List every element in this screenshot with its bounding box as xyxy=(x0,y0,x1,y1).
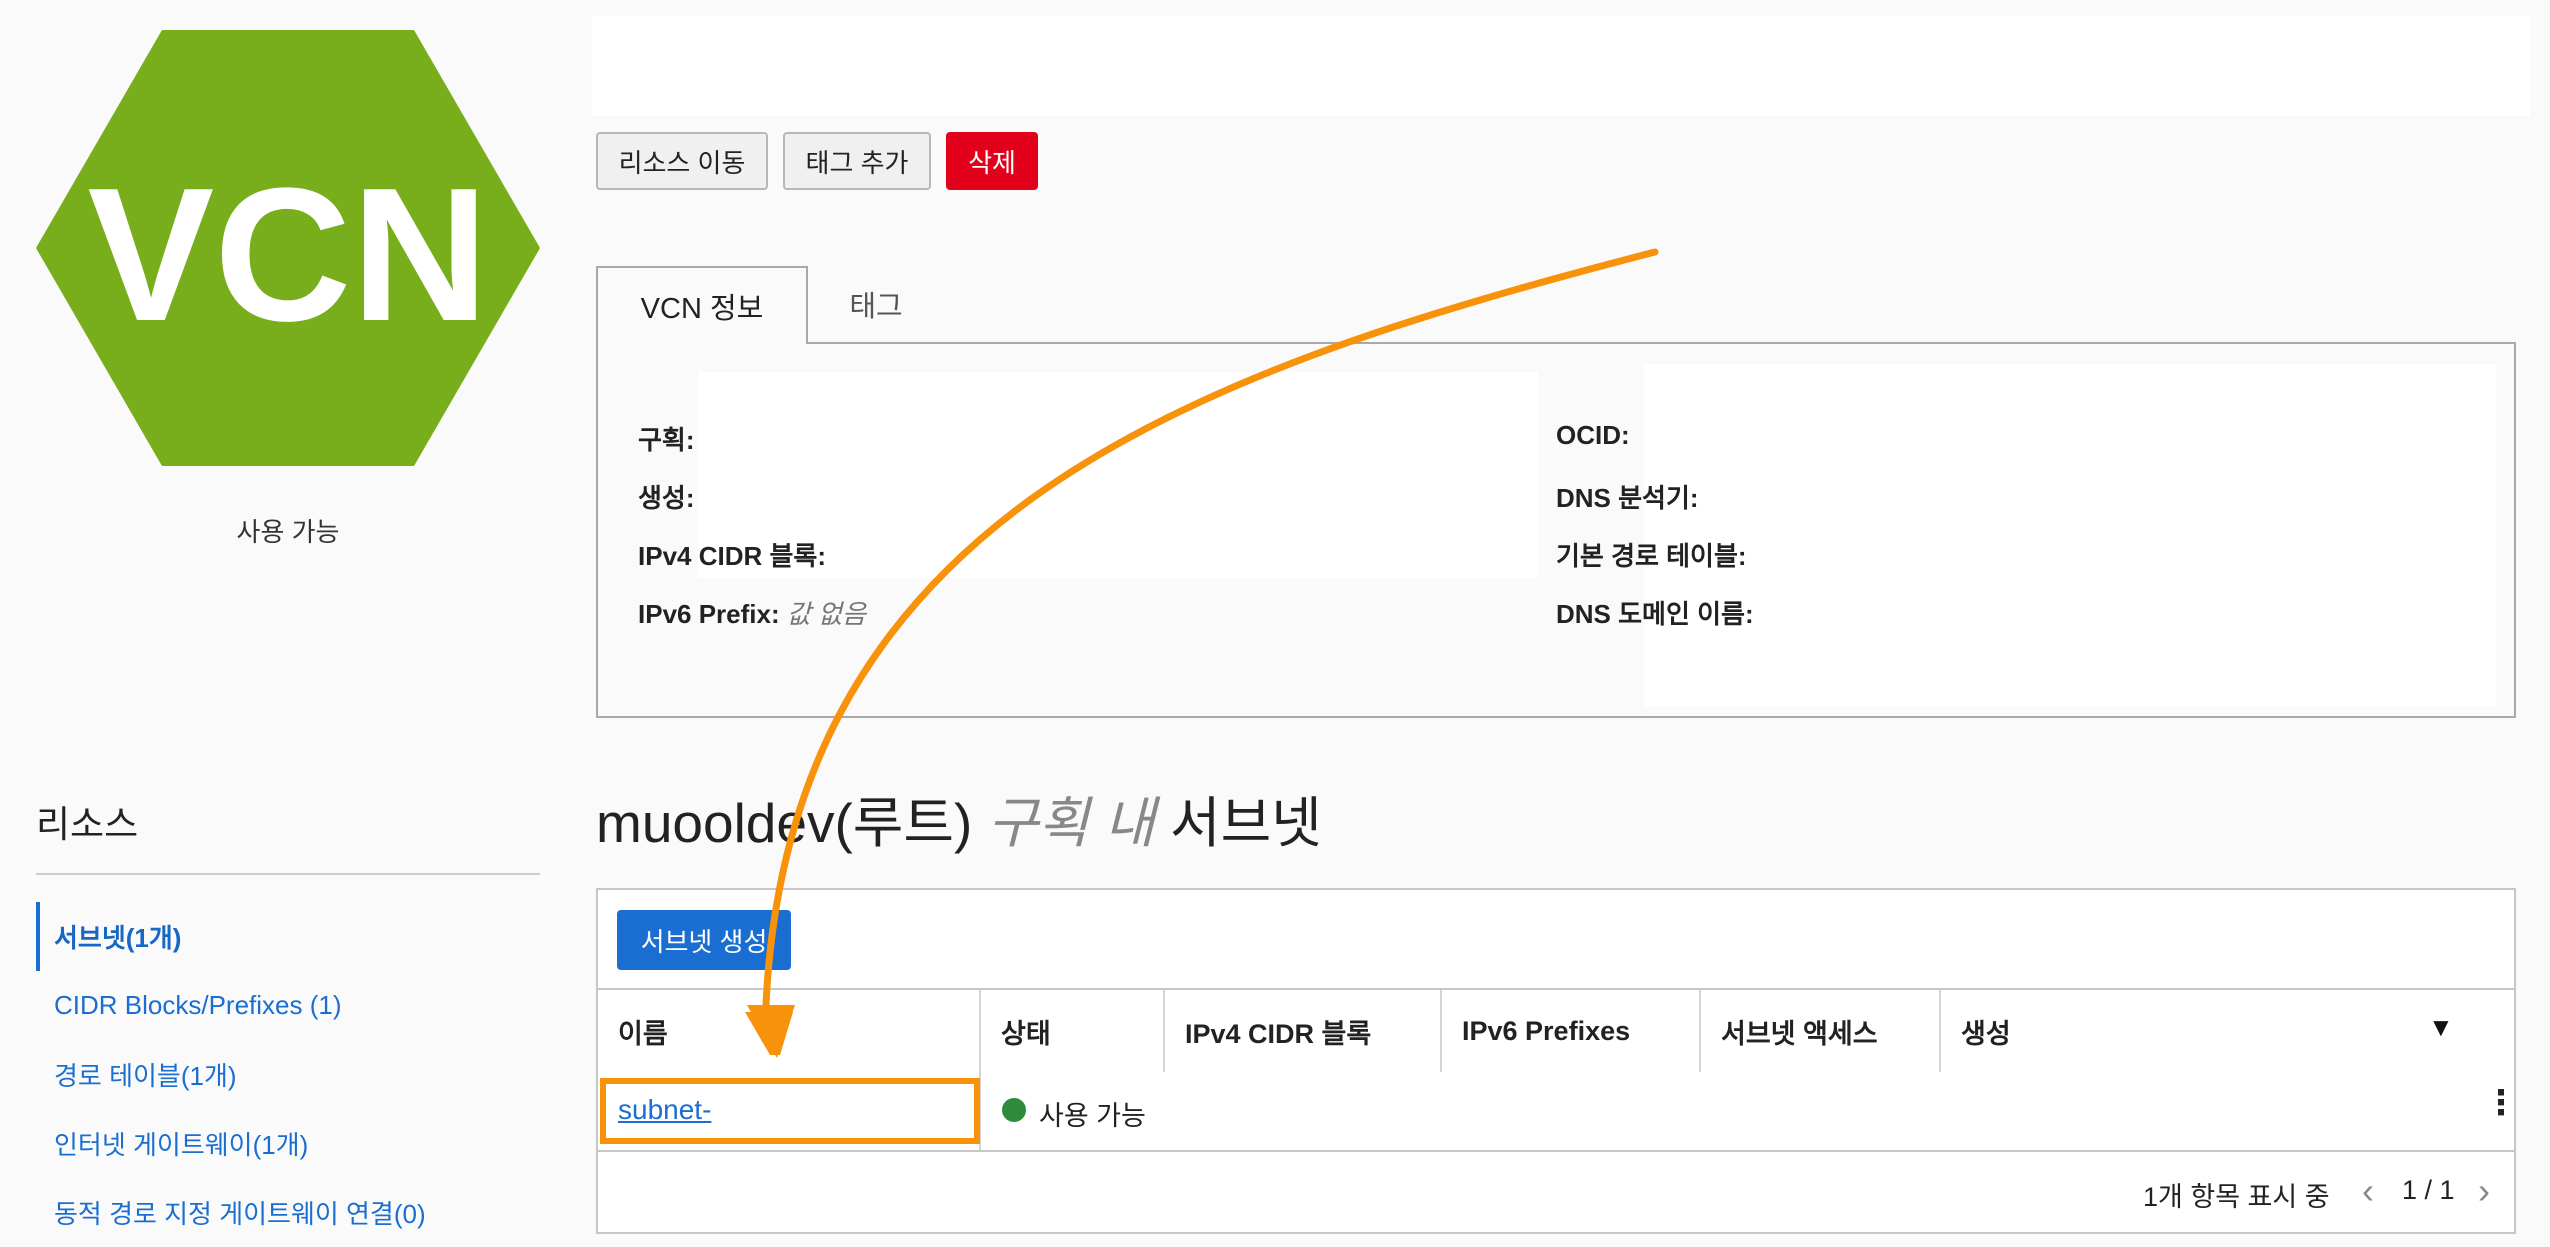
resources-title: 리소스 xyxy=(36,804,139,845)
row-actions-menu-icon[interactable]: ⋮ xyxy=(2484,1086,2518,1120)
redacted-header-area xyxy=(592,16,2530,116)
redacted-value-area xyxy=(1644,364,2496,706)
ocid-label: OCID: xyxy=(1556,420,1630,450)
add-tag-button[interactable]: 태그 추가 xyxy=(783,132,931,190)
sidebar-item-drg-attachments[interactable]: 동적 경로 지정 게이트웨이 연결(0) xyxy=(36,1178,540,1247)
vcn-icon-text: VCN xyxy=(87,149,488,361)
pager-page: 1 / 1 xyxy=(2402,1175,2455,1205)
highlight-box xyxy=(600,1078,980,1144)
vcn-info-panel: 구획: 생성: IPv4 CIDR 블록: IPv6 Prefix: 값 없음 … xyxy=(596,342,2516,718)
resources-divider xyxy=(36,873,540,875)
sidebar-item-cidr-blocks[interactable]: CIDR Blocks/Prefixes (1) xyxy=(36,971,540,1040)
sidebar-item-route-tables[interactable]: 경로 테이블(1개) xyxy=(36,1040,540,1109)
subnets-heading: muooldev(루트) 구획 내 서브넷 xyxy=(596,778,1322,858)
ipv4-cidr-label: IPv4 CIDR 블록: xyxy=(638,541,826,571)
default-route-table-label: 기본 경로 테이블: xyxy=(1556,541,1747,571)
resources-nav: 서브넷(1개) CIDR Blocks/Prefixes (1) 경로 테이블(… xyxy=(36,902,540,1247)
create-subnet-button[interactable]: 서브넷 생성 xyxy=(617,910,791,970)
dns-domain-label: DNS 도메인 이름: xyxy=(1556,599,1754,629)
vcn-resource-icon: VCN xyxy=(36,30,540,466)
status-available-icon xyxy=(1002,1098,1026,1122)
column-header-subnet-access[interactable]: 서브넷 액세스 xyxy=(1701,990,1941,1072)
dns-resolver-label: DNS 분석기: xyxy=(1556,483,1699,513)
sidebar-item-internet-gateways[interactable]: 인터넷 게이트웨이(1개) xyxy=(36,1109,540,1178)
ipv6-prefix-label: IPv6 Prefix: xyxy=(638,599,780,629)
subnet-status: 사용 가능 xyxy=(1039,1101,1146,1131)
column-header-status[interactable]: 상태 xyxy=(981,990,1165,1072)
delete-button[interactable]: 삭제 xyxy=(946,132,1038,190)
resource-status: 사용 가능 xyxy=(236,517,340,547)
ipv6-prefix-row: IPv6 Prefix: 값 없음 xyxy=(638,594,866,631)
heading-in-compartment: 구획 내 xyxy=(987,792,1155,854)
created-label: 생성: xyxy=(638,483,695,513)
heading-subnets: 서브넷 xyxy=(1169,792,1322,854)
tab-tags[interactable]: 태그 xyxy=(830,266,922,342)
move-resource-button[interactable]: 리소스 이동 xyxy=(596,132,768,190)
column-header-name[interactable]: 이름 xyxy=(598,990,981,1072)
sort-down-icon[interactable]: ▼ xyxy=(2428,1012,2454,1043)
column-header-ipv6-prefixes[interactable]: IPv6 Prefixes xyxy=(1442,990,1701,1072)
heading-compartment: muooldev(루트) xyxy=(596,792,973,854)
tab-vcn-info[interactable]: VCN 정보 xyxy=(596,266,808,344)
sidebar-item-subnets[interactable]: 서브넷(1개) xyxy=(36,902,540,971)
compartment-label: 구획: xyxy=(638,425,695,455)
table-header: 이름 상태 IPv4 CIDR 블록 IPv6 Prefixes 서브넷 액세스… xyxy=(598,988,2514,1074)
previous-page-icon[interactable]: ‹ xyxy=(2362,1170,2374,1212)
column-header-ipv4-cidr[interactable]: IPv4 CIDR 블록 xyxy=(1165,990,1442,1072)
pager-summary: 1개 항목 표시 중 xyxy=(2143,1182,2330,1212)
ipv6-prefix-value: 값 없음 xyxy=(786,599,866,629)
next-page-icon[interactable]: › xyxy=(2478,1170,2490,1212)
